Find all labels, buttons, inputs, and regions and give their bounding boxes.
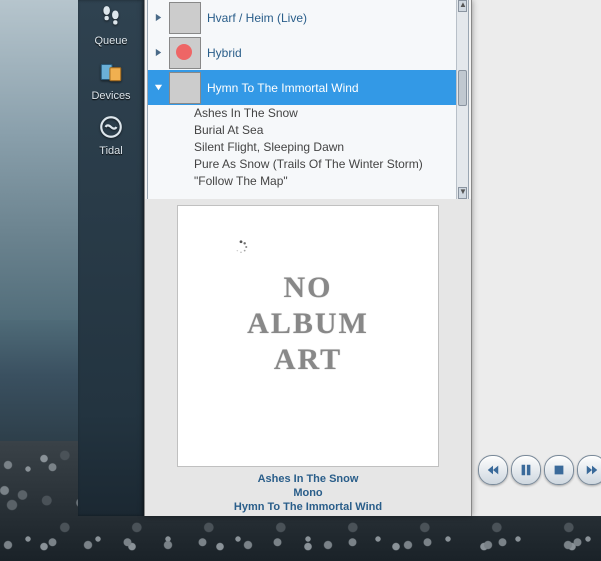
sidebar: Queue Devices Tidal (78, 0, 145, 516)
track-row[interactable]: Ashes In The Snow (194, 105, 457, 122)
album-row-selected[interactable]: Hymn To The Immortal Wind (148, 70, 457, 105)
sidebar-item-label: Queue (94, 35, 127, 47)
no-album-art-text: NO ALBUM ART (178, 270, 438, 378)
expand-collapsed-icon[interactable] (154, 48, 163, 57)
player-controls (476, 441, 601, 501)
now-playing-artist: Mono (145, 486, 471, 500)
previous-button[interactable] (478, 455, 508, 485)
sidebar-item-tidal[interactable]: Tidal (78, 110, 144, 165)
album-cover-thumbnail (169, 72, 201, 104)
track-row[interactable]: Silent Flight, Sleeping Dawn (194, 139, 457, 156)
sidebar-item-devices[interactable]: Devices (78, 55, 144, 110)
album-title: Hymn To The Immortal Wind (207, 81, 359, 95)
track-row[interactable]: "Follow The Map" (194, 173, 457, 190)
desktop-wallpaper: Queue Devices Tidal (0, 0, 601, 561)
track-row[interactable]: Pure As Snow (Trails Of The Winter Storm… (194, 156, 457, 173)
scroll-up-button[interactable]: ▲ (458, 0, 467, 12)
album-title: Hvarf / Heim (Live) (207, 11, 307, 25)
scroll-thumb[interactable] (458, 70, 467, 106)
sidebar-item-label: Tidal (99, 145, 122, 157)
track-list: Ashes In The Snow Burial At Sea Silent F… (148, 105, 457, 190)
loading-spinner-icon (234, 240, 248, 254)
pause-button[interactable] (511, 455, 541, 485)
right-side-panel (470, 0, 601, 516)
album-row[interactable]: Hybrid (148, 35, 457, 70)
now-playing-track: Ashes In The Snow (145, 472, 471, 486)
scrollbar[interactable]: ▲ ▼ (456, 0, 468, 199)
now-playing-album: Hymn To The Immortal Wind (145, 500, 471, 514)
track-row[interactable]: Burial At Sea (194, 122, 457, 139)
now-playing-info: Ashes In The Snow Mono Hymn To The Immor… (145, 472, 471, 514)
expand-expanded-icon[interactable] (154, 83, 163, 92)
scroll-down-button[interactable]: ▼ (458, 187, 467, 199)
stop-button[interactable] (544, 455, 574, 485)
album-title: Hybrid (207, 46, 242, 60)
tidal-icon (98, 114, 124, 143)
album-art-panel: NO ALBUM ART Ashes In The Snow Mono Hymn… (145, 199, 471, 516)
album-cover-thumbnail (169, 2, 201, 34)
next-button[interactable] (577, 455, 601, 485)
album-art-placeholder: NO ALBUM ART (177, 205, 439, 467)
footprints-icon (98, 4, 124, 33)
expand-collapsed-icon[interactable] (154, 13, 163, 22)
album-cover-thumbnail (169, 37, 201, 69)
album-list: Hvarf / Heim (Live) Hybrid Hymn To (147, 0, 469, 200)
library-panel: Hvarf / Heim (Live) Hybrid Hymn To (144, 0, 472, 516)
album-row[interactable]: Hvarf / Heim (Live) (148, 0, 457, 35)
sidebar-item-label: Devices (91, 90, 130, 102)
devices-icon (98, 59, 124, 88)
sidebar-item-queue[interactable]: Queue (78, 0, 144, 55)
